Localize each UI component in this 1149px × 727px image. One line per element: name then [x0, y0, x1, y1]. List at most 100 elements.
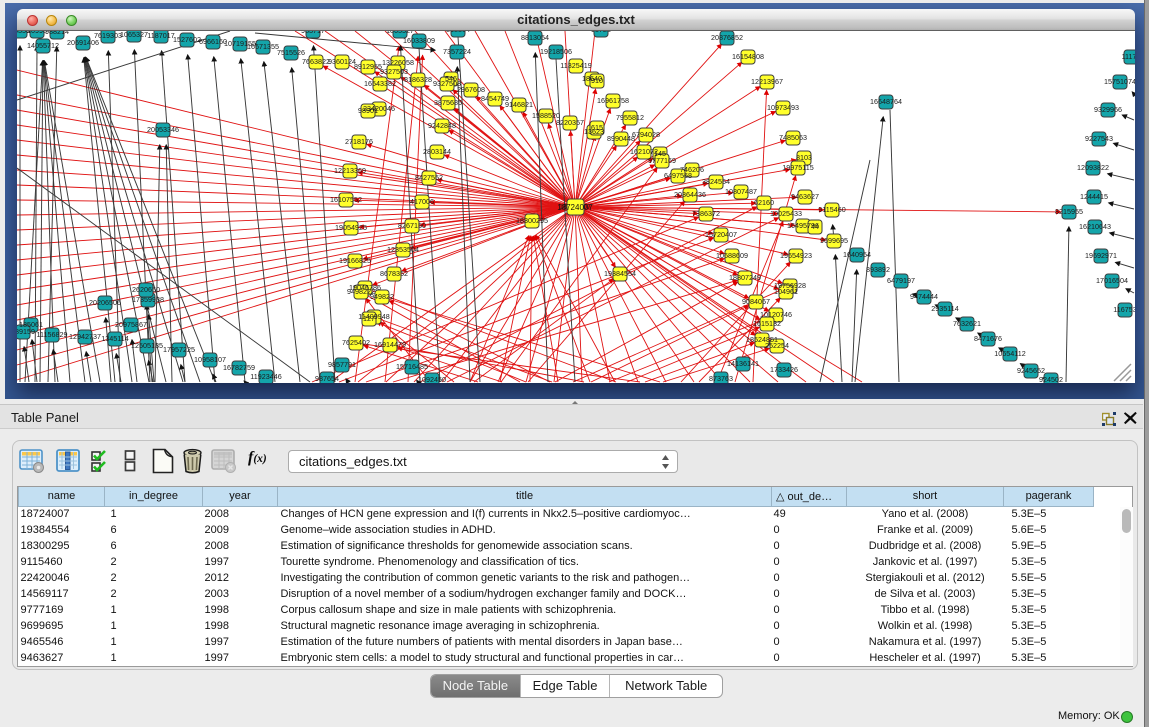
- svg-text:9115460: 9115460: [818, 205, 845, 214]
- svg-text:18300295: 18300295: [516, 216, 548, 225]
- svg-text:1244415: 1244415: [1080, 192, 1108, 201]
- svg-text:16961758: 16961758: [597, 96, 629, 105]
- svg-text:19218506: 19218506: [540, 47, 572, 56]
- svg-text:16033809: 16033809: [403, 36, 435, 45]
- svg-text:11174: 11174: [1122, 52, 1135, 61]
- svg-text:16543382: 16543382: [364, 79, 396, 88]
- svg-text:8427552: 8427552: [415, 173, 443, 182]
- svg-text:9329966: 9329966: [1094, 105, 1122, 114]
- svg-text:12093822: 12093822: [1077, 163, 1109, 172]
- svg-text:17957225: 17957225: [163, 345, 195, 354]
- svg-text:16210643: 16210643: [1079, 222, 1111, 231]
- svg-text:12353504: 12353504: [387, 245, 419, 254]
- svg-text:19692971: 19692971: [1085, 251, 1117, 260]
- svg-text:95723: 95723: [591, 31, 611, 34]
- svg-text:20053346: 20053346: [147, 125, 179, 134]
- svg-text:18807249: 18807249: [729, 273, 761, 282]
- svg-text:12213967: 12213967: [751, 77, 783, 86]
- svg-text:15720407: 15720407: [705, 230, 737, 239]
- svg-text:16914479: 16914479: [374, 340, 406, 349]
- svg-text:8990448: 8990448: [607, 134, 635, 143]
- svg-text:873763: 873763: [709, 374, 733, 383]
- svg-text:8912955: 8912955: [354, 62, 382, 71]
- svg-text:949822: 949822: [370, 292, 394, 301]
- svg-text:6794028: 6794028: [632, 130, 660, 139]
- svg-text:10807487: 10807487: [725, 187, 757, 196]
- svg-text:10654112: 10654112: [994, 349, 1025, 358]
- svg-text:19654923: 19654923: [780, 251, 812, 260]
- svg-text:12942737: 12942737: [69, 332, 101, 341]
- svg-text:2803144: 2803144: [423, 147, 451, 156]
- svg-text:20206506: 20206506: [89, 298, 121, 307]
- svg-text:18724007: 18724007: [557, 203, 593, 212]
- svg-text:6966160: 6966160: [199, 37, 227, 46]
- svg-text:2935114: 2935114: [931, 304, 958, 313]
- svg-text:8215955: 8215955: [1055, 207, 1083, 216]
- svg-text:8471676: 8471676: [974, 334, 1002, 343]
- svg-text:1615132: 1615132: [753, 319, 781, 328]
- svg-text:7632621: 7632621: [953, 319, 981, 328]
- svg-text:1065527: 1065527: [386, 31, 414, 35]
- svg-text:9699695: 9699695: [820, 236, 848, 245]
- svg-text:7485063: 7485063: [779, 133, 807, 142]
- svg-text:1640954: 1640954: [843, 250, 871, 259]
- svg-text:10958107: 10958107: [194, 355, 226, 364]
- svg-text:9360124: 9360124: [328, 57, 356, 66]
- svg-text:20975867: 20975867: [115, 320, 147, 329]
- svg-text:3824554: 3824554: [702, 177, 730, 186]
- svg-text:9463627: 9463627: [791, 192, 819, 201]
- svg-text:6479197: 6479197: [887, 276, 915, 285]
- svg-text:10688609: 10688609: [716, 251, 748, 260]
- svg-text:1527602: 1527602: [173, 35, 201, 44]
- svg-text:8678352: 8678352: [380, 269, 408, 278]
- svg-text:893892: 893892: [866, 265, 890, 274]
- svg-text:8267150: 8267150: [398, 221, 426, 230]
- svg-text:16671355: 16671355: [247, 42, 279, 51]
- svg-text:3875685: 3875685: [434, 98, 462, 107]
- svg-text:910: 910: [591, 76, 603, 85]
- svg-text:1733426: 1733426: [770, 365, 798, 374]
- svg-text:16782759: 16782759: [223, 363, 255, 372]
- svg-text:9146821: 9146821: [505, 100, 533, 109]
- svg-text:9777169: 9777169: [648, 156, 676, 165]
- svg-text:12505135: 12505135: [131, 341, 163, 350]
- svg-text:19054925: 19054925: [335, 223, 367, 232]
- svg-text:2967608: 2967608: [457, 85, 485, 94]
- svg-text:19166825: 19166825: [339, 256, 371, 265]
- svg-text:15716485: 15716485: [396, 362, 428, 371]
- svg-text:9227543: 9227543: [1085, 134, 1113, 143]
- svg-text:16107552: 16107552: [330, 195, 362, 204]
- svg-text:7955812: 7955812: [616, 113, 644, 122]
- svg-text:7619303: 7619303: [94, 31, 122, 40]
- svg-text:20876852: 20876852: [711, 33, 743, 42]
- svg-text:116753: 116753: [1113, 305, 1135, 314]
- svg-text:17016504: 17016504: [1096, 276, 1128, 285]
- svg-text:12213369: 12213369: [334, 166, 366, 175]
- svg-text:1065327: 1065327: [120, 31, 148, 39]
- svg-text:1092450: 1092450: [418, 375, 446, 383]
- svg-text:2718176: 2718176: [345, 137, 373, 146]
- svg-text:9474444: 9474444: [910, 292, 938, 301]
- svg-text:988214: 988214: [45, 31, 69, 36]
- svg-text:9245652: 9245652: [1017, 366, 1045, 375]
- svg-text:615: 615: [591, 123, 603, 132]
- svg-text:98901: 98901: [358, 106, 378, 115]
- svg-text:8103: 8103: [796, 153, 812, 162]
- svg-text:10973493: 10973493: [767, 103, 799, 112]
- svg-text:10120746: 10120746: [760, 310, 792, 319]
- svg-text:8186328: 8186328: [404, 75, 432, 84]
- svg-text:127: 127: [363, 314, 375, 323]
- svg-text:8220357: 8220357: [556, 118, 584, 127]
- svg-text:818304: 818304: [446, 31, 470, 34]
- svg-text:11325419: 11325419: [560, 61, 591, 70]
- svg-text:7357224: 7357224: [443, 47, 471, 56]
- svg-text:7515526: 7515526: [277, 48, 305, 57]
- svg-text:924502: 924502: [1039, 375, 1063, 383]
- svg-text:6497568: 6497568: [664, 171, 692, 180]
- svg-text:417006: 417006: [410, 197, 434, 206]
- svg-text:19975115: 19975115: [782, 163, 813, 172]
- svg-text:939159: 939159: [17, 327, 35, 336]
- svg-text:9084067: 9084067: [742, 297, 770, 306]
- svg-text:9242848: 9242848: [428, 121, 456, 130]
- svg-text:19384554: 19384554: [604, 269, 636, 278]
